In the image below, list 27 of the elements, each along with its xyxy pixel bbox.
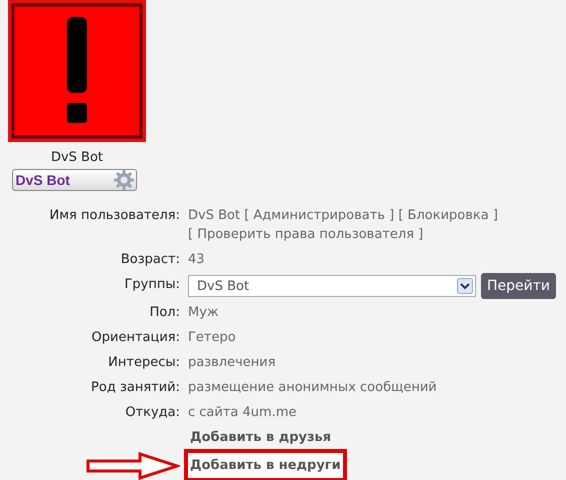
dropdown-icon <box>457 278 473 294</box>
gear-icon <box>114 170 134 190</box>
field-value: 43 <box>188 251 206 269</box>
profile-link[interactable]: Добавить в недруги <box>188 453 343 478</box>
field-value: Гетеро <box>188 329 237 347</box>
rank-badge: DvS Bot <box>12 169 136 191</box>
field-label: Возраст: <box>120 251 180 269</box>
group-select[interactable]: DvS Bot <box>188 275 476 297</box>
field-label: Пол: <box>148 304 180 322</box>
field-label: Род занятий: <box>90 379 180 397</box>
field-value: DvS Bot <box>188 208 240 223</box>
profile-link[interactable]: Добавить в друзья <box>188 425 334 450</box>
admin-link[interactable]: [ Проверить права пользователя ] <box>188 227 424 242</box>
admin-link[interactable]: [ Администрировать ] <box>244 208 394 223</box>
field-value: развлечения <box>188 354 277 372</box>
field-value: с сайта 4um.me <box>188 404 298 422</box>
field-value: размещение анонимных сообщений <box>188 379 438 397</box>
field-label: Группы: <box>123 276 180 294</box>
field-label: Ориентация: <box>90 329 180 347</box>
field-value: Муж <box>188 304 220 322</box>
username: DvS Bot <box>50 150 104 165</box>
field-label: Интересы: <box>107 354 180 372</box>
go-button[interactable]: Перейти <box>481 273 556 299</box>
arrow-icon <box>86 452 180 480</box>
field-label: Откуда: <box>124 404 180 422</box>
field-label: Имя пользователя: <box>48 207 180 225</box>
admin-link[interactable]: [ Блокировка ] <box>398 208 498 223</box>
